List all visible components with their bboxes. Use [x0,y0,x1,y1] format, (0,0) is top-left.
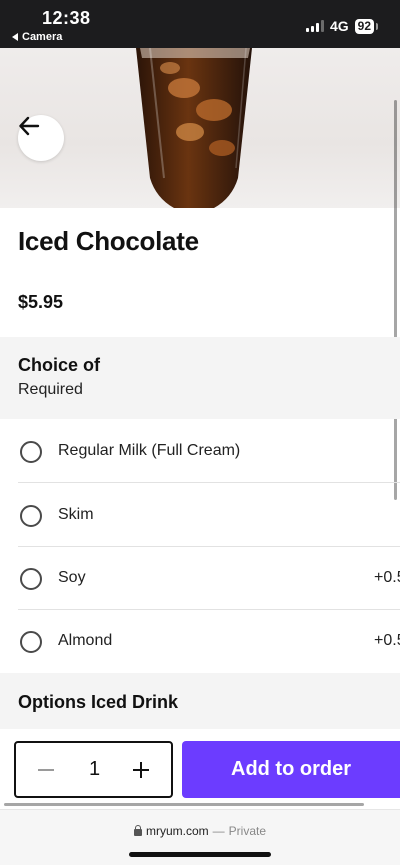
option-label: Regular Milk (Full Cream) [58,442,241,459]
increase-quantity-button[interactable] [133,761,151,779]
radio-button[interactable] [20,441,42,463]
status-time: 12:38 [42,8,91,28]
option-label: Soy [58,569,86,586]
status-back-to-app[interactable]: Camera [12,31,62,43]
option-skim[interactable]: Skim [18,484,400,547]
status-bar: 12:38 Camera 4G 92 [0,0,400,48]
product-title: Iced Chocolate [18,226,199,256]
status-indicators: 4G 92 [305,18,379,34]
url-display[interactable]: mryum.com — Private [0,824,400,838]
status-back-label: Camera [22,31,63,43]
option-soy[interactable]: Soy +0.5 [18,547,400,610]
home-indicator[interactable] [129,852,271,857]
choice-section-header: Choice of Required [0,337,400,419]
horizontal-scrollbar[interactable] [4,803,364,806]
browsing-mode: Private [228,824,267,838]
options-section-header: Options Iced Drink [0,673,400,729]
choice-section-title: Choice of [18,355,101,375]
option-regular-milk[interactable]: Regular Milk (Full Cream) [18,420,400,483]
product-price: $5.95 [18,292,64,312]
lock-icon [133,824,142,836]
quantity-stepper: 1 [14,741,173,798]
options-section-title: Options Iced Drink [18,692,179,712]
option-label: Skim [58,506,94,523]
battery-icon: 92 [354,18,379,34]
order-bar: 1 Add to order [0,729,400,809]
back-button[interactable] [18,115,64,161]
product-image [0,48,400,208]
add-to-order-button[interactable]: Add to order [182,741,400,798]
network-type: 4G [329,18,349,34]
browser-address-bar[interactable]: mryum.com — Private [0,809,400,865]
quantity-value: 1 [88,758,101,780]
decrease-quantity-button[interactable] [38,761,56,779]
option-almond[interactable]: Almond +0.5 [18,610,400,673]
option-price: +0.5 [374,569,400,586]
choice-section-required: Required [18,381,83,398]
radio-button[interactable] [20,505,42,527]
url-separator: — [212,824,225,838]
arrow-left-icon [19,116,40,136]
url-domain: mryum.com [145,824,209,838]
cellular-signal-icon [305,20,324,32]
option-label: Almond [58,632,113,649]
option-price: +0.5 [374,632,400,649]
back-triangle-icon [12,33,18,41]
radio-button[interactable] [20,568,42,590]
radio-button[interactable] [20,631,42,653]
